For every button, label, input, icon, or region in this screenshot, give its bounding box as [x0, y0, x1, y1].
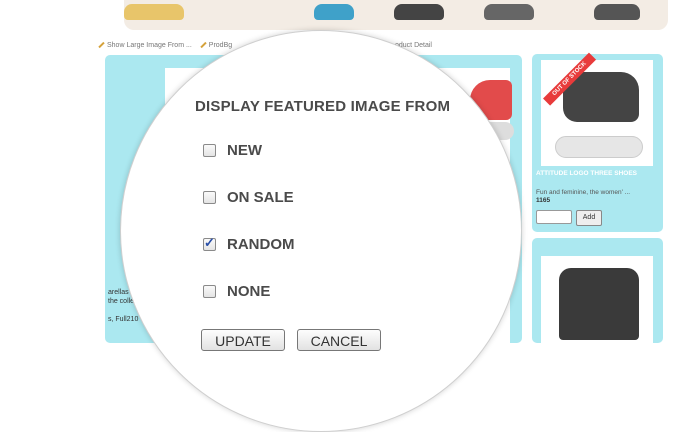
banner-shoe-image — [394, 4, 444, 20]
breadcrumb-item[interactable]: ProdBg — [200, 41, 232, 49]
add-to-cart-button[interactable]: Add — [576, 210, 602, 226]
banner-shoe-image — [484, 4, 534, 20]
product-card[interactable]: OUT OF STOCK ATTITUDE LOGO THREE SHOES F… — [532, 52, 663, 232]
option-label: ON SALE — [227, 188, 294, 206]
breadcrumb-item[interactable]: Show Large Image From ... — [98, 41, 192, 49]
banner-shoe-image — [594, 4, 640, 20]
new-checkbox[interactable] — [203, 143, 216, 157]
pencil-icon — [98, 41, 105, 49]
product-card-description: Fun and feminine, the women' ... — [536, 189, 631, 196]
on-sale-checkbox[interactable] — [203, 190, 216, 204]
option-random[interactable]: RANDOM — [203, 234, 295, 254]
cancel-button[interactable]: CANCEL — [297, 329, 381, 351]
tracksuit-image — [559, 268, 639, 340]
featured-banner — [124, 0, 668, 30]
product-card[interactable] — [532, 238, 663, 346]
product-card-title[interactable]: ATTITUDE LOGO THREE SHOES — [536, 170, 637, 177]
product-card-price: 1165 — [536, 197, 551, 204]
option-label: RANDOM — [227, 235, 295, 253]
product-card-image[interactable]: OUT OF STOCK — [541, 52, 653, 166]
banner-shoe-image — [314, 4, 354, 20]
pencil-icon — [200, 41, 207, 49]
dialog-title: DISPLAY FEATURED IMAGE FROM — [195, 98, 451, 115]
option-label: NONE — [227, 282, 271, 300]
option-label: NEW — [227, 141, 262, 159]
quantity-input[interactable] — [536, 210, 572, 224]
option-on-sale[interactable]: ON SALE — [203, 187, 294, 207]
magnified-settings-dialog: DISPLAY FEATURED IMAGE FROM NEW ON SALE … — [120, 30, 522, 432]
product-card-image[interactable] — [541, 256, 653, 346]
sneaker-sole-image — [555, 136, 643, 158]
none-checkbox[interactable] — [203, 284, 216, 298]
right-margin — [670, 0, 687, 343]
option-new[interactable]: NEW — [203, 140, 262, 160]
breadcrumb: Show Large Image From ... ProdBg oduct D… — [98, 41, 432, 49]
left-margin — [0, 0, 95, 343]
update-button[interactable]: UPDATE — [201, 329, 285, 351]
banner-shoe-image — [124, 4, 184, 20]
random-checkbox[interactable] — [203, 235, 216, 251]
option-none[interactable]: NONE — [203, 281, 270, 301]
